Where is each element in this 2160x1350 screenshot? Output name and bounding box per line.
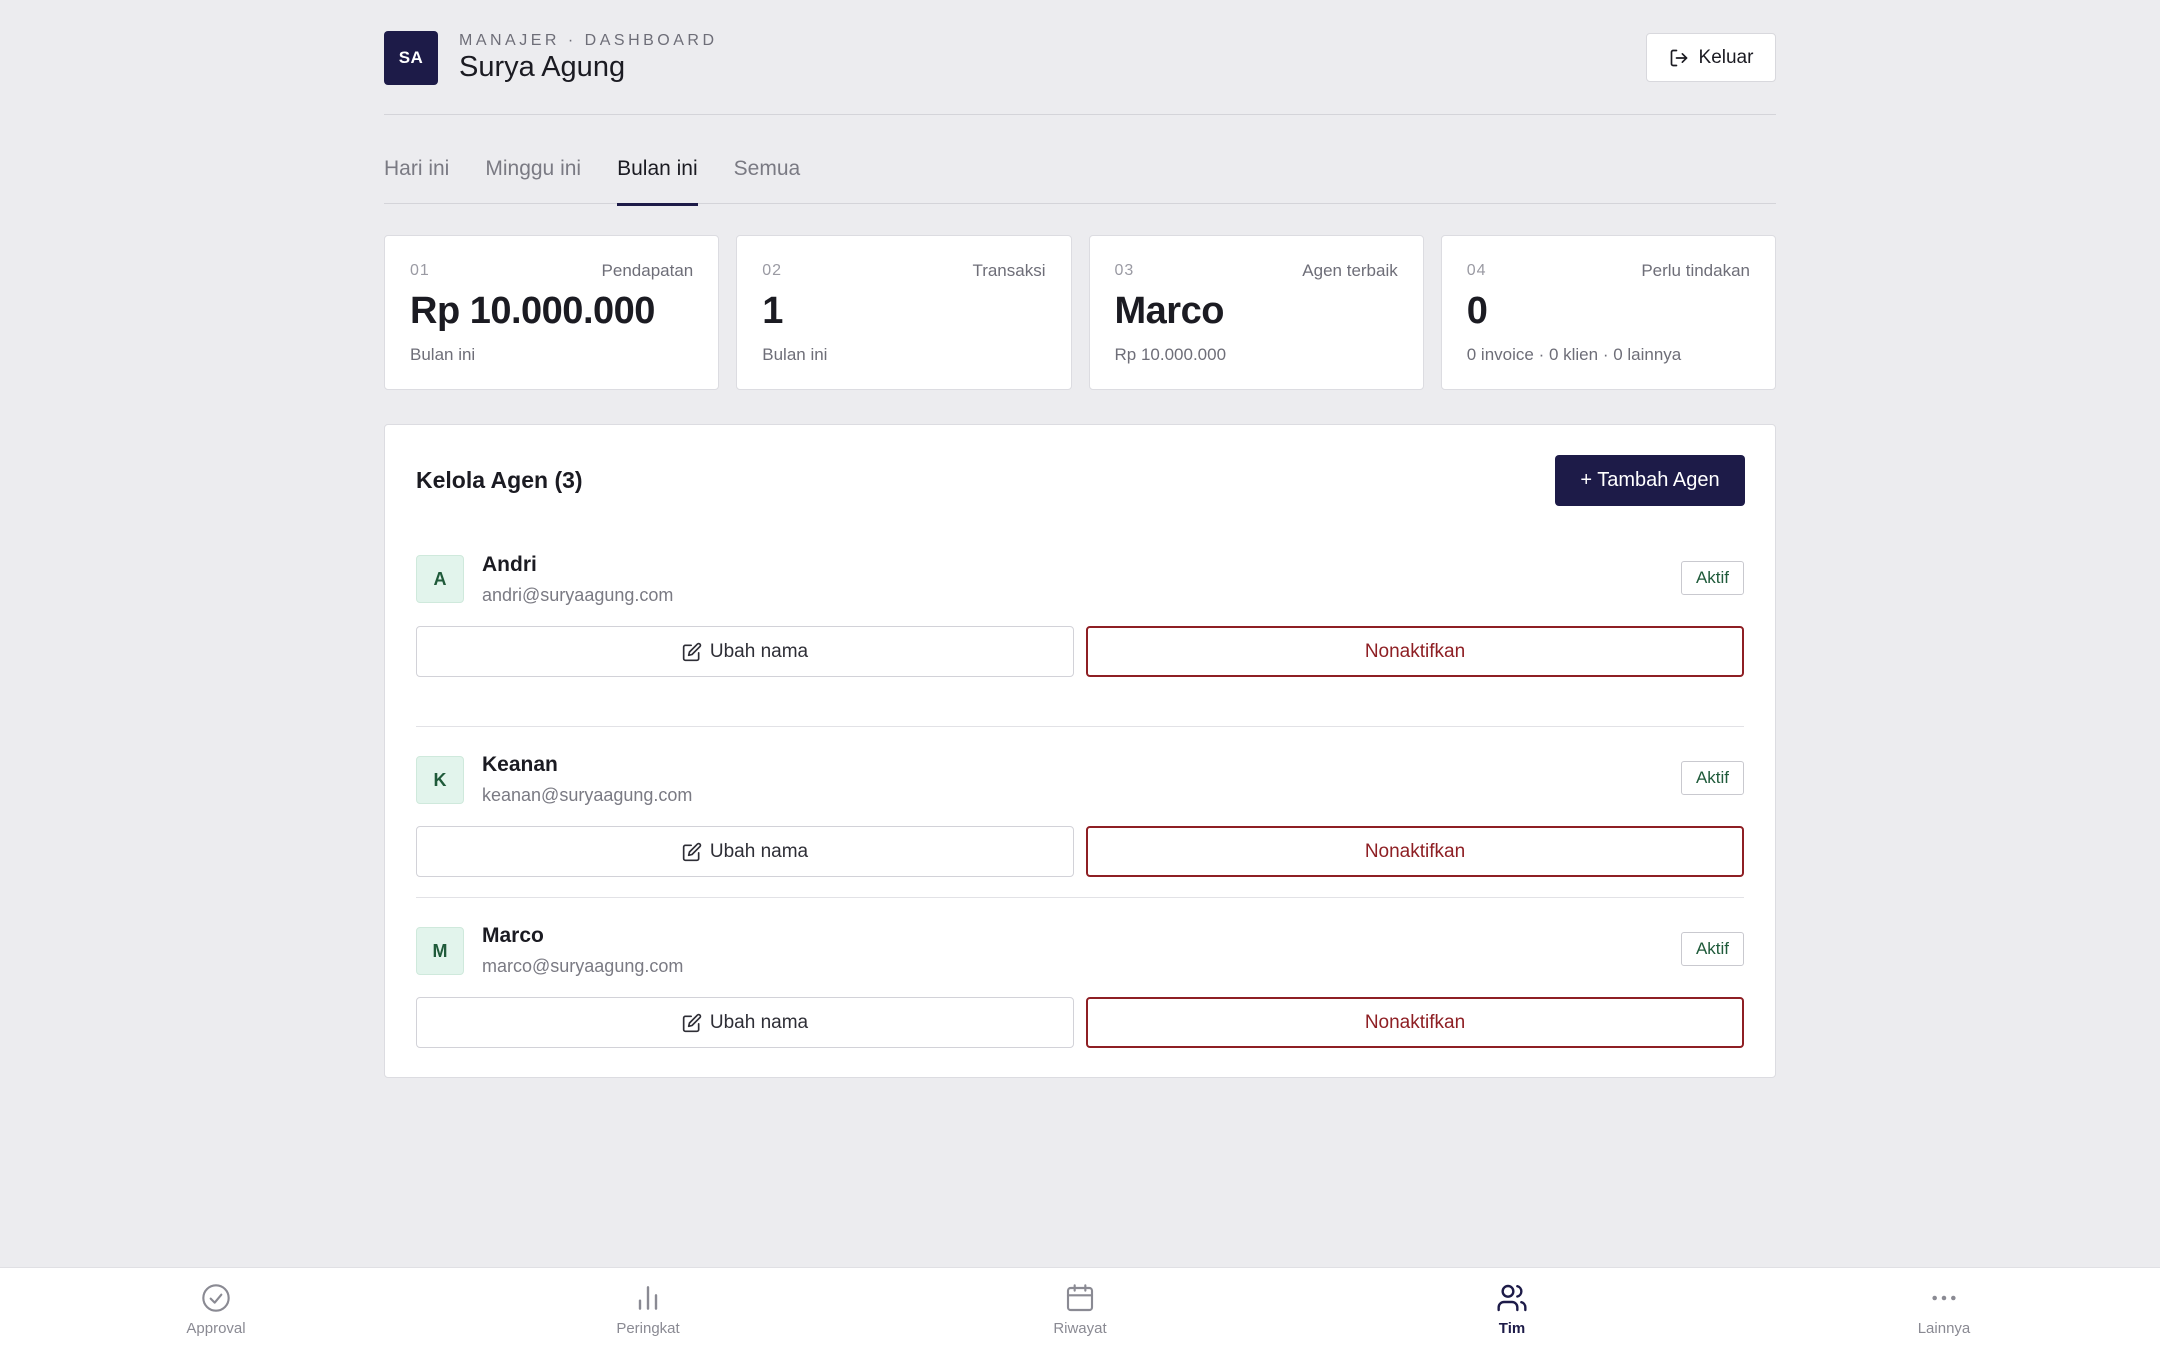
stat-sub: Bulan ini [762, 345, 828, 364]
agent-avatar: A [416, 555, 464, 603]
stat-card-agen-terbaik: 03 Agen terbaik Marco Rp 10.000.000 [1088, 235, 1424, 390]
rename-label: Ubah nama [709, 640, 809, 662]
agent-email: marco@suryaagung.com [482, 956, 684, 976]
nav-label: Peringkat [616, 1320, 680, 1337]
page-header: SA MANAJER · DASHBOARD Surya Agung Kelua… [384, 0, 1776, 115]
tab-bulan-ini[interactable]: Bulan ini [617, 152, 698, 206]
add-agent-button[interactable]: + Tambah Agen [1555, 455, 1745, 506]
agent-email: andri@suryaagung.com [482, 585, 674, 605]
agent-row: K Keanan keanan@suryaagung.com Aktif Uba… [416, 726, 1744, 897]
rename-button[interactable]: Ubah nama [416, 626, 1074, 677]
stat-label: Agen terbaik [1302, 261, 1398, 280]
stats-row: 01 Pendapatan Rp 10.000.000 Bulan ini 02… [384, 235, 1776, 390]
stat-number: 03 [1114, 262, 1135, 279]
nav-tim[interactable]: Tim [1296, 1268, 1728, 1350]
nav-label: Approval [186, 1320, 246, 1337]
agent-name: Keanan [482, 753, 558, 776]
rename-label: Ubah nama [709, 1011, 809, 1033]
agent-list: A Andri andri@suryaagung.com Aktif Ubah … [416, 553, 1744, 1068]
stat-value: Marco [1114, 290, 1225, 332]
agent-row: A Andri andri@suryaagung.com Aktif Ubah … [416, 553, 1744, 726]
status-badge: Aktif [1681, 932, 1744, 966]
agent-row: M Marco marco@suryaagung.com Aktif Ubah … [416, 897, 1744, 1068]
stat-card-pendapatan: 01 Pendapatan Rp 10.000.000 Bulan ini [384, 235, 720, 390]
nav-lainnya[interactable]: Lainnya [1728, 1268, 2160, 1350]
page-title: Surya Agung [459, 51, 626, 83]
edit-icon [682, 642, 702, 661]
deactivate-button[interactable]: Nonaktifkan [1086, 997, 1744, 1048]
logout-icon [1670, 49, 1687, 66]
dashboard-page: SA MANAJER · DASHBOARD Surya Agung Kelua… [384, 0, 1776, 1078]
stat-label: Perlu tindakan [1641, 261, 1750, 280]
agent-name: Andri [482, 553, 537, 576]
stat-card-transaksi: 02 Transaksi 1 Bulan ini [736, 235, 1072, 390]
stat-number: 01 [410, 262, 430, 279]
logout-button[interactable]: Keluar [1646, 33, 1776, 82]
stat-label: Transaksi [972, 261, 1046, 280]
nav-approval[interactable]: Approval [0, 1268, 432, 1350]
tab-minggu-ini[interactable]: Minggu ini [485, 152, 581, 204]
period-tabs: Hari ini Minggu ini Bulan ini Semua [384, 152, 1776, 206]
agent-name: Marco [482, 924, 544, 947]
rename-button[interactable]: Ubah nama [416, 826, 1074, 877]
bottom-navigation: Approval Peringkat Riwayat Tim Lainnya [0, 1267, 2160, 1350]
rename-button[interactable]: Ubah nama [416, 997, 1074, 1048]
stat-value: Rp 10.000.000 [410, 290, 655, 332]
status-badge: Aktif [1681, 761, 1744, 795]
deactivate-button[interactable]: Nonaktifkan [1086, 626, 1744, 677]
agent-actions: Ubah nama Nonaktifkan [416, 826, 1744, 877]
page-eyebrow: MANAJER · DASHBOARD [459, 32, 718, 49]
user-avatar: SA [384, 31, 438, 85]
logout-label: Keluar [1698, 46, 1754, 68]
status-badge: Aktif [1681, 561, 1744, 595]
edit-icon [682, 1013, 702, 1032]
stat-number: 02 [762, 262, 783, 279]
nav-label: Tim [1498, 1320, 1526, 1337]
rename-label: Ubah nama [709, 840, 809, 862]
stat-sub: Bulan ini [410, 345, 476, 364]
edit-icon [682, 842, 702, 861]
calendar-icon [1066, 1284, 1094, 1312]
deactivate-button[interactable]: Nonaktifkan [1086, 826, 1744, 877]
check-circle-icon [202, 1284, 230, 1312]
nav-label: Lainnya [1917, 1320, 1971, 1337]
stat-number: 04 [1466, 262, 1487, 279]
more-horizontal-icon [1932, 1295, 1956, 1301]
nav-peringkat[interactable]: Peringkat [432, 1268, 864, 1350]
stat-sub: 0 invoice · 0 klien · 0 lainnya [1466, 345, 1682, 364]
stat-value: 1 [762, 290, 783, 332]
tab-semua[interactable]: Semua [734, 152, 801, 204]
users-icon [1497, 1284, 1527, 1312]
bar-chart-icon [638, 1286, 658, 1310]
agent-avatar: K [416, 756, 464, 804]
stat-value: 0 [1466, 290, 1488, 332]
stat-card-perlu-tindakan: 04 Perlu tindakan 0 0 invoice · 0 klien … [1440, 235, 1776, 390]
stat-label: Pendapatan [601, 261, 694, 280]
agent-actions: Ubah nama Nonaktifkan [416, 997, 1744, 1048]
agent-actions: Ubah nama Nonaktifkan [416, 626, 1744, 677]
manage-agents-panel: Kelola Agen (3) + Tambah Agen A Andri an… [384, 424, 1776, 1078]
tab-hari-ini[interactable]: Hari ini [384, 152, 449, 204]
agent-email: keanan@suryaagung.com [482, 785, 693, 805]
nav-label: Riwayat [1053, 1320, 1107, 1337]
agent-avatar: M [416, 927, 464, 975]
panel-title: Kelola Agen (3) [416, 467, 583, 493]
stat-sub: Rp 10.000.000 [1114, 345, 1227, 364]
nav-riwayat[interactable]: Riwayat [864, 1268, 1296, 1350]
